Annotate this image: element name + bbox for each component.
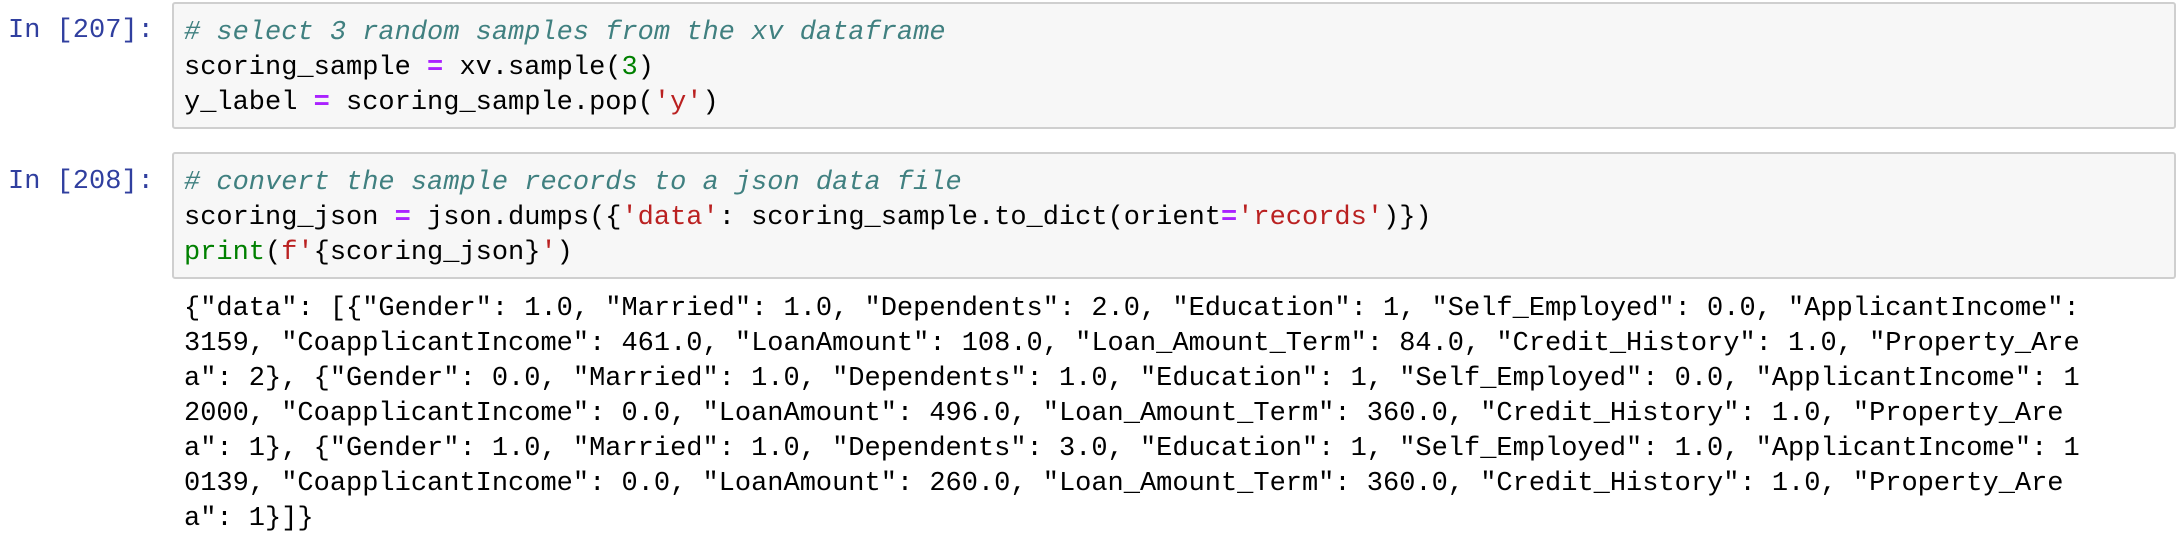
code-token-op: = (394, 203, 411, 233)
code-token-plain: {scoring_json} (313, 238, 541, 268)
code-line: # convert the sample records to a json d… (184, 166, 2174, 201)
code-token-plain: ) (637, 53, 654, 83)
code-line: print(f'{scoring_json}') (184, 236, 2174, 271)
code-line: # select 3 random samples from the xv da… (184, 16, 2174, 51)
code-token-plain: ) (702, 88, 719, 118)
code-token-op: = (427, 53, 444, 83)
code-token-str: 'data' (621, 203, 719, 233)
code-token-op: = (1221, 203, 1238, 233)
cell-prompt: In [208]: (8, 167, 154, 197)
code-token-plain: scoring_sample (184, 53, 428, 83)
code-line: y_label = scoring_sample.pop('y') (184, 86, 2174, 121)
output-line: a": 1}, {"Gender": 1.0, "Married": 1.0, … (184, 434, 2080, 464)
code-token-comment: # select 3 random samples from the xv da… (184, 18, 946, 48)
code-token-str: 'records' (1237, 203, 1384, 233)
output-line: a": 2}, {"Gender": 0.0, "Married": 1.0, … (184, 364, 2080, 394)
code-token-builtin: print (184, 238, 266, 268)
code-token-num: 3 (621, 53, 638, 83)
code-cell-input[interactable]: # convert the sample records to a json d… (172, 152, 2176, 279)
output-line: a": 1}]} (184, 504, 314, 534)
cell-prompt: In [207]: (8, 16, 154, 46)
output-line: 0139, "CoapplicantIncome": 0.0, "LoanAmo… (184, 469, 2064, 499)
code-line: scoring_sample = xv.sample(3) (184, 51, 2174, 86)
code-token-plain: ( (265, 238, 282, 268)
cell-output: {"data": [{"Gender": 1.0, "Married": 1.0… (184, 292, 2080, 537)
code-token-str: ' (540, 238, 557, 268)
code-token-plain: json.dumps({ (410, 203, 622, 233)
output-line: 2000, "CoapplicantIncome": 0.0, "LoanAmo… (184, 399, 2064, 429)
code-token-plain: ) (556, 238, 573, 268)
code-line: scoring_json = json.dumps({'data': scori… (184, 201, 2174, 236)
code-token-plain: xv.sample( (443, 53, 622, 83)
code-token-str: 'y' (653, 88, 703, 118)
code-token-plain: y_label (184, 88, 314, 118)
code-token-plain: : scoring_sample.to_dict(orient (718, 203, 1221, 233)
code-cell-input[interactable]: # select 3 random samples from the xv da… (172, 2, 2176, 129)
code-token-op: = (313, 88, 330, 118)
output-line: {"data": [{"Gender": 1.0, "Married": 1.0… (184, 294, 2080, 324)
code-token-comment: # convert the sample records to a json d… (184, 168, 962, 198)
code-token-plain: scoring_sample.pop( (329, 88, 654, 118)
code-token-plain: )}) (1383, 203, 1432, 233)
output-line: 3159, "CoapplicantIncome": 461.0, "LoanA… (184, 329, 2080, 359)
code-token-str: f' (281, 238, 314, 268)
code-token-plain: scoring_json (184, 203, 395, 233)
